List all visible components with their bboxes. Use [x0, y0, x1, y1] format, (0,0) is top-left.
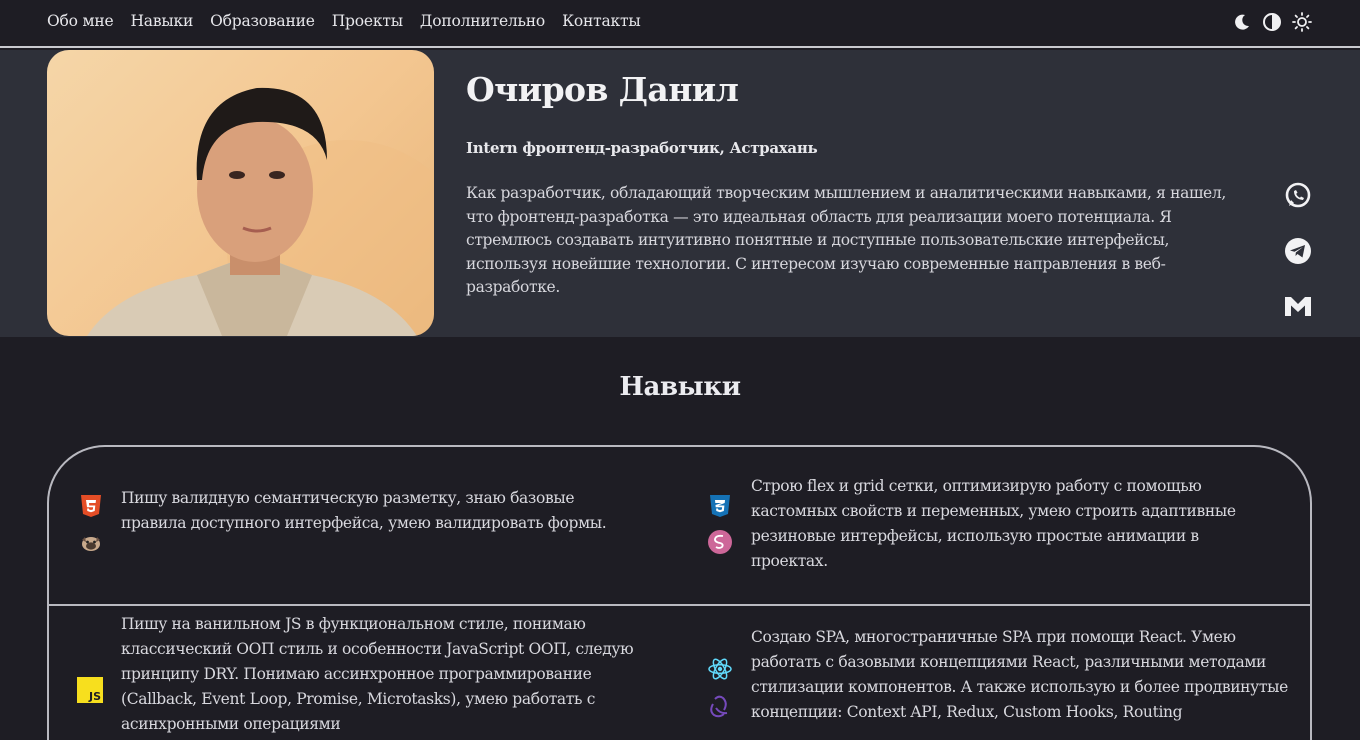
- social-links: [1282, 180, 1314, 345]
- react-icon: [707, 656, 733, 682]
- skills-heading: Навыки: [619, 372, 741, 402]
- skill-text-html: Пишу валидную семантическую разметку, зн…: [121, 489, 607, 532]
- nav-link-additional[interactable]: Дополнительно: [420, 12, 545, 30]
- nav-link-education[interactable]: Образование: [210, 12, 315, 30]
- profile-name: Очиров Данил: [466, 70, 739, 109]
- sun-icon[interactable]: [1292, 12, 1312, 32]
- skill-text-react: Создаю SPA, многостраничные SPA при помо…: [751, 628, 1288, 721]
- top-nav: Обо мне Навыки Образование Проекты Допол…: [0, 0, 1360, 48]
- whatsapp-icon[interactable]: [1282, 180, 1314, 212]
- redux-icon: [707, 693, 733, 719]
- skill-text-css: Строю flex и grid сетки, оптимизирую раб…: [751, 477, 1236, 570]
- svg-text:JS: JS: [88, 690, 101, 703]
- hero-section: Очиров Данил Intern фронтенд-разработчик…: [0, 50, 1360, 337]
- skill-text-js: Пишу на ванильном JS в функциональном ст…: [121, 615, 634, 733]
- pug-icon: [78, 530, 104, 556]
- sass-icon: [707, 529, 733, 555]
- telegram-icon[interactable]: [1282, 235, 1314, 267]
- profile-photo: [47, 50, 434, 336]
- profile-role: Intern фронтенд-разработчик, Астрахань: [466, 139, 818, 157]
- nav-links: Обо мне Навыки Образование Проекты Допол…: [47, 12, 641, 30]
- javascript-icon: JS: [77, 677, 103, 703]
- theme-switcher: [1232, 12, 1312, 32]
- skills-divider: [47, 604, 1312, 606]
- nav-link-about[interactable]: Обо мне: [47, 12, 114, 30]
- nav-link-projects[interactable]: Проекты: [332, 12, 403, 30]
- nav-link-contacts[interactable]: Контакты: [562, 12, 641, 30]
- nav-link-skills[interactable]: Навыки: [130, 12, 193, 30]
- moon-icon[interactable]: [1232, 12, 1252, 32]
- profile-about: Как разработчик, обладающий творческим м…: [466, 184, 1226, 296]
- css3-icon: [707, 493, 733, 519]
- half-circle-icon[interactable]: [1262, 12, 1282, 32]
- html5-icon: [78, 493, 104, 519]
- gmail-icon[interactable]: [1282, 290, 1314, 322]
